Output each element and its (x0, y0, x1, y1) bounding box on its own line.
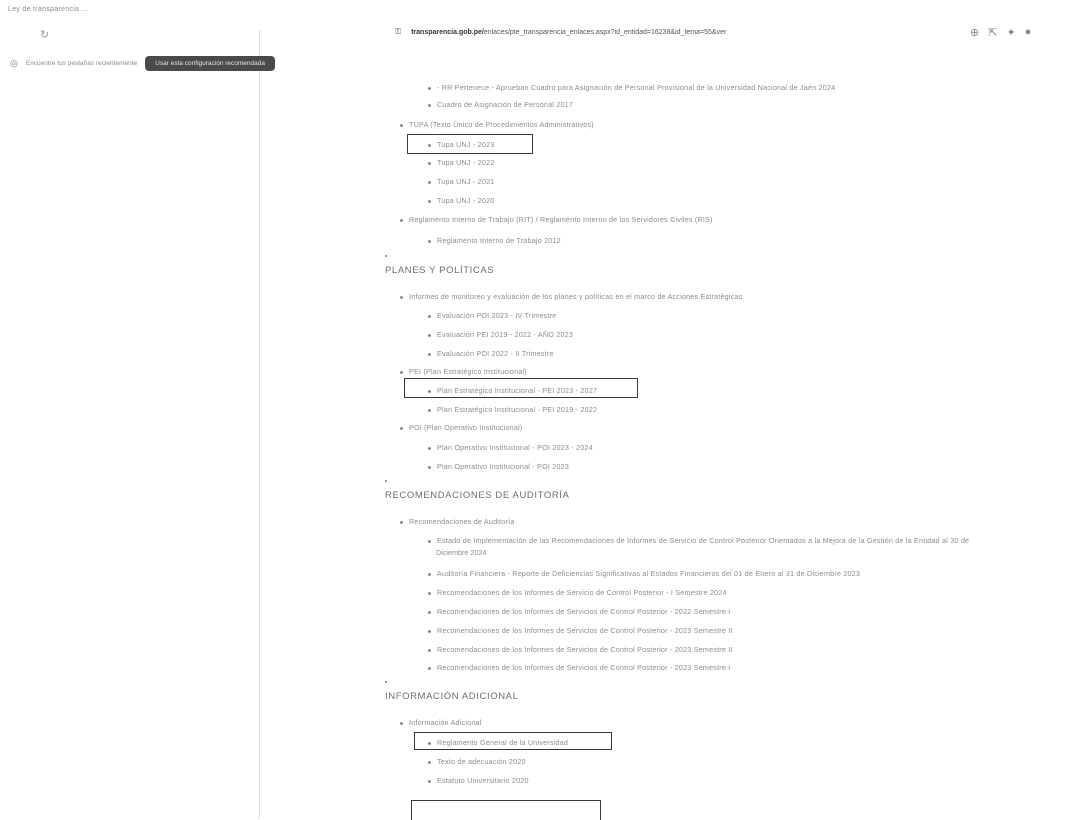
list-item[interactable]: PEI (Plan Estratégico Institucional) (400, 367, 527, 376)
page-content: - RR Pertenece - Aprueban Cuadro para As… (0, 0, 1070, 820)
list-item[interactable]: Evaluación POI 2022 - II Trimestre (428, 349, 554, 358)
list-item[interactable]: Auditoría Financiera - Reporte de Defici… (428, 569, 860, 578)
highlight-box (407, 134, 533, 154)
list-item[interactable]: TUPA (Texto Único de Procedimientos Admi… (400, 120, 594, 129)
list-item[interactable]: Tupa UNJ - 2020 (428, 196, 494, 205)
list-item[interactable]: Tupa UNJ - 2022 (428, 158, 494, 167)
list-item[interactable]: Recomendaciones de los Informes de Servi… (428, 645, 733, 654)
list-item[interactable]: Recomendaciones de los Informes de Servi… (428, 663, 730, 672)
highlight-box (404, 378, 638, 398)
list-item[interactable]: Evaluación POI 2023 - IV Trimestre (428, 311, 556, 320)
list-item[interactable]: Informes de monitoreo y evaluación de lo… (400, 292, 742, 301)
list-item[interactable]: Recomendaciones de los Informes de Servi… (428, 626, 733, 635)
list-item[interactable]: Recomendaciones de los Informes de Servi… (428, 588, 727, 597)
highlight-box (411, 800, 601, 820)
list-item[interactable]: Plan Operativo Institucional - POI 2023 … (428, 443, 593, 452)
list-item[interactable]: Plan Operativo Institucional - POI 2023 (428, 462, 569, 471)
section-heading: PLANES Y POLÍTICAS (385, 255, 494, 276)
section-heading: RECOMENDACIONES DE AUDITORÍA (385, 480, 569, 501)
list-item[interactable]: - RR Pertenece - Aprueban Cuadro para As… (428, 83, 835, 92)
list-item[interactable]: Estatuto Universitario 2020 (428, 776, 529, 785)
section-heading: INFORMACIÓN ADICIONAL (385, 681, 518, 702)
list-item[interactable]: Plan Estratégico Institucional - PEI 201… (428, 405, 597, 414)
list-item[interactable]: Reglamento Interno de Trabajo 2012 (428, 236, 561, 245)
highlight-box (414, 732, 612, 750)
list-item[interactable]: Evaluación PEI 2019 - 2022 - AÑO 2023 (428, 330, 573, 339)
list-item[interactable]: Recomendaciones de Auditoría (400, 517, 515, 526)
list-item[interactable]: Recomendaciones de los Informes de Servi… (428, 607, 730, 616)
list-item[interactable]: Estado de Implementación de las Recomend… (428, 536, 969, 545)
list-item[interactable]: Tupa UNJ - 2021 (428, 177, 494, 186)
list-item[interactable]: Texto de adecuación 2020 (428, 757, 526, 766)
list-item[interactable]: Reglamento Interno de Trabajo (RIT) / Re… (400, 215, 713, 224)
list-item[interactable]: POI (Plan Operativo Institucional) (400, 423, 522, 432)
list-item[interactable]: Cuadro de Asignación de Personal 2017 (428, 100, 573, 109)
list-item[interactable]: Información Adicional (400, 718, 482, 727)
list-item-continuation[interactable]: Diciembre 2024 (436, 548, 486, 557)
